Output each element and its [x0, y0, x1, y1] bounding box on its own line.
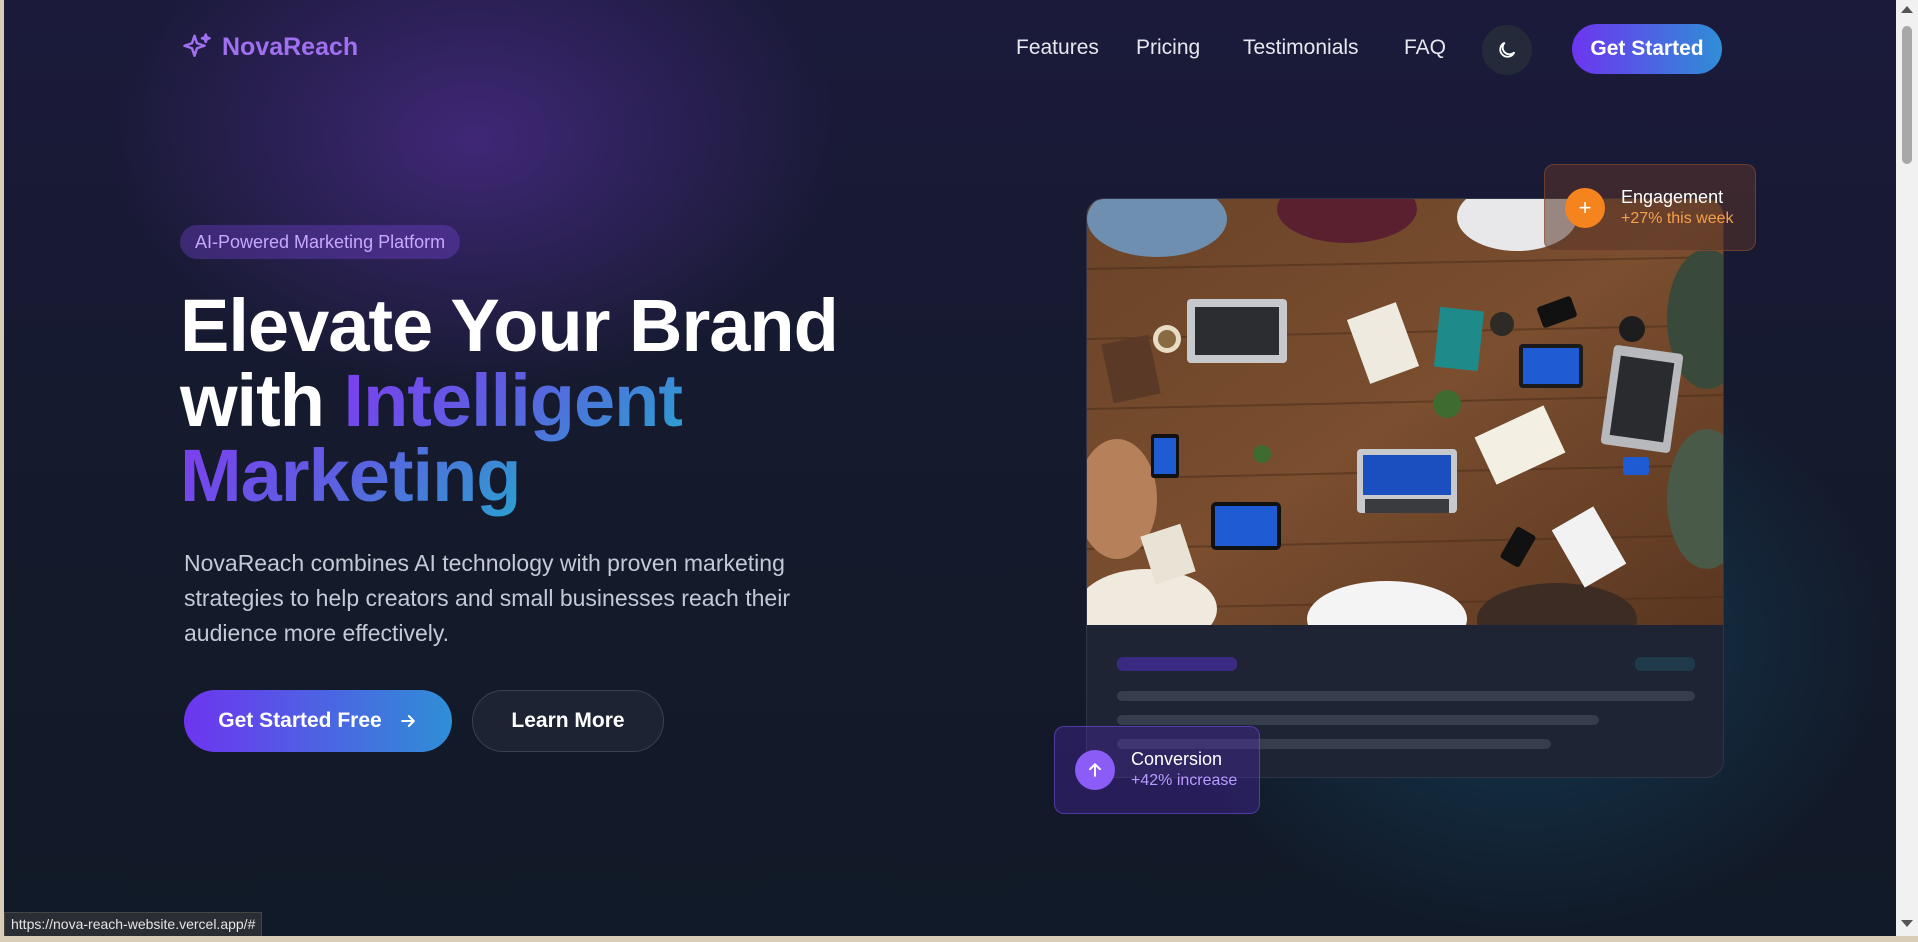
brand-logo[interactable]: NovaReach	[182, 32, 358, 62]
learn-more-button[interactable]: Learn More	[472, 690, 664, 752]
arrow-right-icon	[400, 715, 415, 727]
headline-line-2-plain: with	[180, 359, 344, 442]
nav-link-faq[interactable]: FAQ	[1404, 36, 1446, 60]
arrow-up-icon	[1075, 750, 1115, 790]
brand-name: NovaReach	[222, 32, 359, 61]
headline-accent-marketing: Marketing	[180, 434, 522, 517]
nav-link-pricing[interactable]: Pricing	[1136, 36, 1200, 60]
skeleton-line	[1117, 715, 1599, 725]
nav-link-testimonials[interactable]: Testimonials	[1243, 36, 1359, 60]
nav-link-features[interactable]: Features	[1016, 36, 1099, 60]
sparkle-icon	[183, 33, 211, 57]
engagement-stat-card: + Engagement +27% this week	[1544, 164, 1756, 251]
window-edge	[0, 936, 1918, 942]
headline-line-1: Elevate Your Brand	[180, 284, 839, 367]
hero-headline: Elevate Your Brand with Intelligent Mark…	[180, 288, 839, 513]
hero-badge: AI-Powered Marketing Platform	[180, 225, 461, 259]
engagement-title: Engagement	[1621, 186, 1724, 207]
hero-subtitle: NovaReach combines AI technology with pr…	[184, 550, 790, 646]
skeleton-line	[1117, 691, 1695, 701]
engagement-value: +27% this week	[1621, 209, 1734, 227]
hero-preview-card	[1086, 198, 1724, 778]
conversion-title: Conversion	[1131, 749, 1223, 769]
conversion-value: +42% increase	[1131, 772, 1238, 789]
team-meeting-image	[1087, 199, 1723, 625]
conversion-stat-card: Conversion +42% increase	[1054, 726, 1260, 814]
skeleton-tag-teal	[1635, 657, 1695, 671]
scroll-up-arrow-icon[interactable]	[1901, 6, 1913, 13]
get-started-free-label: Get Started Free	[218, 709, 382, 732]
moon-icon	[1499, 41, 1516, 58]
plus-icon: +	[1565, 187, 1605, 228]
link-status-bar: https://nova-reach-website.vercel.app/#	[4, 912, 263, 938]
headline-accent-intelligent: Intelligent	[343, 359, 683, 442]
vertical-scrollbar[interactable]	[1896, 0, 1918, 936]
get-started-free-button[interactable]: Get Started Free	[184, 690, 452, 752]
scroll-down-arrow-icon[interactable]	[1901, 920, 1913, 927]
get-started-button[interactable]: Get Started	[1572, 24, 1722, 74]
top-nav: NovaReach Features Pricing Testimonials …	[4, 0, 1896, 98]
scrollbar-thumb[interactable]	[1902, 26, 1912, 164]
page: NovaReach Features Pricing Testimonials …	[4, 0, 1896, 942]
skeleton-tag-purple	[1117, 657, 1237, 671]
theme-toggle-button[interactable]	[1482, 25, 1532, 75]
